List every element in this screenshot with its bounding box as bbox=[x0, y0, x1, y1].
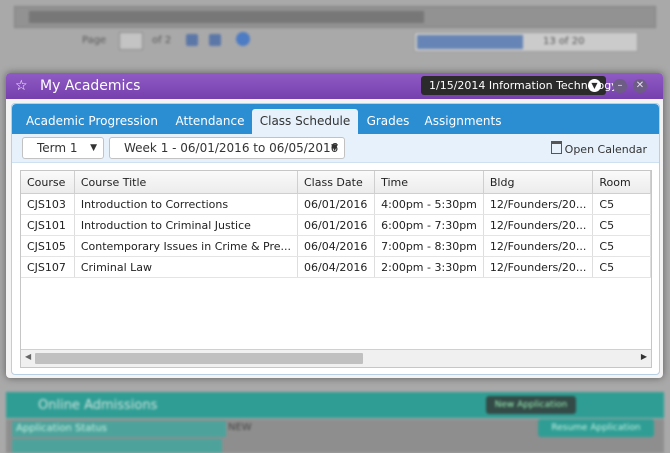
open-calendar-label: Open Calendar bbox=[564, 143, 647, 156]
my-academics-window: ☆ My Academics 1/15/2014 Information Tec… bbox=[6, 73, 663, 378]
column-header-class-date[interactable]: Class Date bbox=[297, 171, 376, 194]
column-header-course[interactable]: Course bbox=[21, 171, 75, 194]
application-status-value: NEW bbox=[228, 422, 252, 433]
cell-bldg: 12/Founders/20... bbox=[483, 214, 594, 236]
cell-course: CJS107 bbox=[21, 256, 75, 278]
calendar-icon bbox=[550, 141, 562, 154]
chevron-down-icon: ▼ bbox=[588, 79, 601, 92]
scrollbar-thumb[interactable] bbox=[35, 353, 363, 364]
week-dropdown-value: Week 1 - 06/01/2016 to 06/05/2016 bbox=[124, 141, 339, 155]
cell-time: 6:00pm - 7:30pm bbox=[374, 214, 484, 236]
cell-time: 7:00pm - 8:30pm bbox=[374, 235, 484, 257]
new-application-button: New Application bbox=[486, 396, 576, 414]
cell-room: C5 bbox=[592, 214, 651, 236]
pager-last-icon bbox=[209, 34, 221, 46]
scroll-right-icon[interactable]: ▶ bbox=[641, 352, 647, 361]
scroll-left-icon[interactable]: ◀ bbox=[25, 352, 31, 361]
cell-class-date: 06/01/2016 bbox=[297, 193, 376, 215]
window-title: My Academics bbox=[40, 78, 141, 94]
table-row[interactable]: CJS105 Contemporary Issues in Crime & Pr… bbox=[21, 235, 651, 257]
table-row[interactable]: CJS103 Introduction to Corrections 06/01… bbox=[21, 193, 651, 215]
background-admissions-panel: Online Admissions New Application Applic… bbox=[6, 392, 664, 453]
background-pager: Page of 2 13 of 20 bbox=[14, 30, 654, 52]
tab-class-schedule[interactable]: Class Schedule bbox=[252, 109, 358, 134]
schedule-toolbar: Term 1 ▼ Week 1 - 06/01/2016 to 06/05/20… bbox=[12, 134, 659, 163]
week-dropdown[interactable]: Week 1 - 06/01/2016 to 06/05/2016 ▼ bbox=[109, 137, 345, 159]
pager-refresh-icon bbox=[236, 32, 250, 46]
minimize-icon[interactable]: – bbox=[613, 79, 627, 93]
resume-application-button: Resume Application bbox=[538, 419, 654, 437]
background-scrollbar bbox=[14, 6, 656, 28]
table-header-row: Course Course Title Class Date Time Bldg… bbox=[21, 171, 651, 194]
cell-course-title: Criminal Law bbox=[74, 256, 299, 278]
term-dropdown[interactable]: Term 1 ▼ bbox=[22, 137, 104, 159]
cell-time: 2:00pm - 3:30pm bbox=[374, 256, 484, 278]
window-header: ☆ My Academics 1/15/2014 Information Tec… bbox=[6, 73, 663, 99]
column-header-room[interactable]: Room bbox=[592, 171, 651, 194]
cell-class-date: 06/04/2016 bbox=[297, 235, 376, 257]
cell-bldg: 12/Founders/20... bbox=[483, 235, 594, 257]
pager-count: 13 of 20 bbox=[543, 36, 585, 47]
admissions-title: Online Admissions bbox=[38, 398, 158, 413]
cell-room: C5 bbox=[592, 256, 651, 278]
pager-count-box: 13 of 20 bbox=[414, 32, 638, 52]
cell-room: C5 bbox=[592, 193, 651, 215]
cell-course-title: Introduction to Criminal Justice bbox=[74, 214, 299, 236]
academics-panel: Academic Progression Attendance Class Sc… bbox=[11, 103, 660, 375]
close-icon[interactable]: ✕ bbox=[633, 79, 647, 93]
tab-attendance[interactable]: Attendance bbox=[170, 109, 250, 134]
table-row[interactable]: CJS107 Criminal Law 06/04/2016 2:00pm - … bbox=[21, 256, 651, 278]
cell-bldg: 12/Founders/20... bbox=[483, 256, 594, 278]
dropdown-arrow-icon: ▼ bbox=[90, 143, 97, 153]
table-row[interactable]: CJS101 Introduction to Criminal Justice … bbox=[21, 214, 651, 236]
pager-page-input bbox=[119, 32, 143, 50]
cell-course: CJS103 bbox=[21, 193, 75, 215]
cell-course: CJS105 bbox=[21, 235, 75, 257]
tab-bar: Academic Progression Attendance Class Sc… bbox=[12, 104, 659, 134]
pager-page-label: Page bbox=[82, 35, 107, 46]
cell-room: C5 bbox=[592, 235, 651, 257]
pager-of-label: of 2 bbox=[152, 35, 172, 46]
cell-course-title: Introduction to Corrections bbox=[74, 193, 299, 215]
class-schedule-grid: Course Course Title Class Date Time Bldg… bbox=[20, 170, 652, 368]
pager-next-icon bbox=[186, 34, 198, 46]
program-term-selector[interactable]: 1/15/2014 Information Technology ▼ bbox=[421, 76, 618, 95]
column-header-bldg[interactable]: Bldg bbox=[483, 171, 594, 194]
cell-course: CJS101 bbox=[21, 214, 75, 236]
column-header-time[interactable]: Time bbox=[374, 171, 484, 194]
star-icon[interactable]: ☆ bbox=[15, 78, 31, 94]
horizontal-scrollbar[interactable]: ◀ ▶ bbox=[21, 349, 651, 367]
schedule-table: Course Course Title Class Date Time Bldg… bbox=[21, 171, 651, 278]
tab-academic-progression[interactable]: Academic Progression bbox=[24, 109, 160, 134]
cell-course-title: Contemporary Issues in Crime & Pre... bbox=[74, 235, 299, 257]
cell-class-date: 06/01/2016 bbox=[297, 214, 376, 236]
column-header-course-title[interactable]: Course Title bbox=[74, 171, 299, 194]
term-dropdown-value: Term 1 bbox=[37, 141, 78, 155]
cell-time: 4:00pm - 5:30pm bbox=[374, 193, 484, 215]
cell-class-date: 06/04/2016 bbox=[297, 256, 376, 278]
application-status-label: Application Status bbox=[12, 421, 226, 437]
tab-grades[interactable]: Grades bbox=[362, 109, 414, 134]
open-calendar-button[interactable]: Open Calendar bbox=[550, 141, 647, 156]
dropdown-arrow-icon: ▼ bbox=[331, 143, 338, 153]
cell-bldg: 12/Founders/20... bbox=[483, 193, 594, 215]
tab-assignments[interactable]: Assignments bbox=[422, 109, 504, 134]
